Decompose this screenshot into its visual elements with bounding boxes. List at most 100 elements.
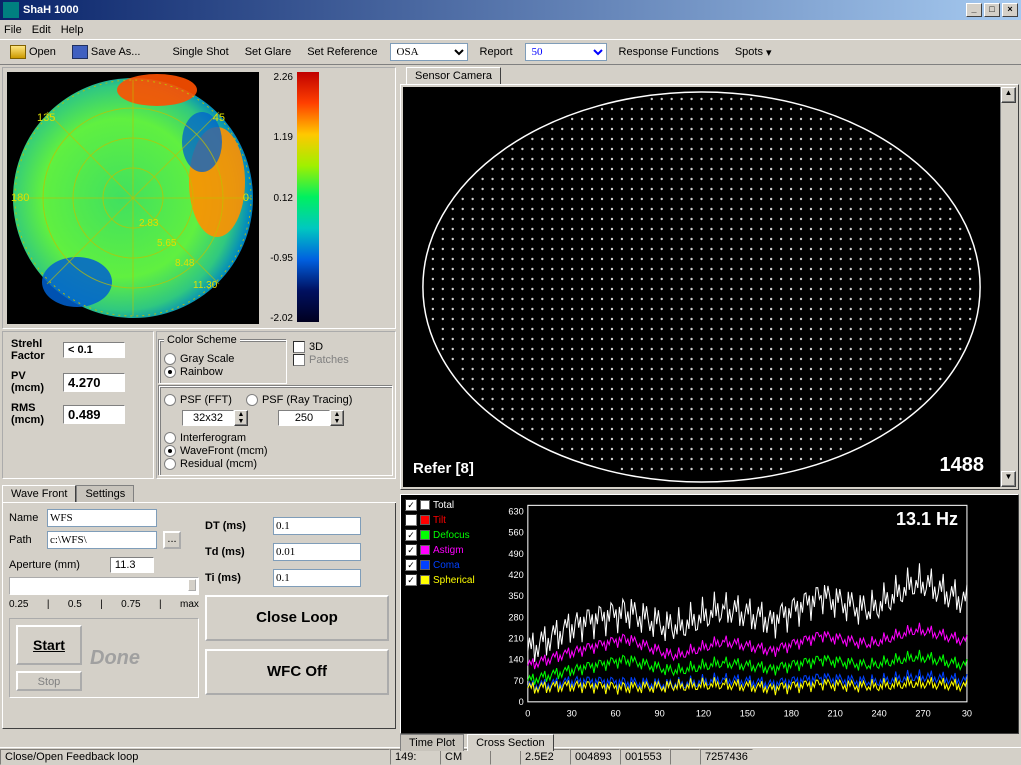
name-input[interactable]: [47, 509, 157, 527]
name-label: Name: [9, 512, 41, 524]
psf-fft-value[interactable]: 32x32: [182, 410, 234, 426]
radio-rainbow[interactable]: Rainbow: [164, 366, 282, 378]
path-label: Path: [9, 534, 41, 546]
tab-cross-section[interactable]: Cross Section: [467, 734, 553, 751]
svg-text:210: 210: [508, 633, 523, 643]
tab-time-plot[interactable]: Time Plot: [400, 734, 464, 751]
scroll-down[interactable]: ▼: [1001, 471, 1016, 487]
status-cell-4: 004893: [570, 749, 620, 765]
psf-fft-spinner[interactable]: ▲▼: [234, 410, 248, 426]
legend-tilt[interactable]: Tilt: [405, 514, 483, 526]
set-reference-button[interactable]: Set Reference: [303, 44, 381, 60]
response-functions-button[interactable]: Response Functions: [615, 44, 723, 60]
set-glare-button[interactable]: Set Glare: [241, 44, 295, 60]
close-button[interactable]: ×: [1002, 3, 1018, 17]
colorbar-l1: 1.19: [263, 132, 293, 143]
svg-text:180: 180: [784, 708, 799, 718]
svg-text:30: 30: [962, 708, 972, 718]
status-cell-3: 2.5E2: [520, 749, 570, 765]
psf-ray-value[interactable]: 250: [278, 410, 330, 426]
ring-1-label: 2.83: [139, 218, 158, 229]
angle-135-label: 135: [37, 112, 55, 124]
colorbar: [297, 72, 319, 322]
svg-text:490: 490: [508, 549, 523, 559]
legend-astigm[interactable]: Astigm: [405, 544, 483, 556]
reference-select[interactable]: OSA: [390, 43, 468, 61]
stop-button[interactable]: Stop: [16, 671, 82, 691]
start-button[interactable]: Start: [16, 625, 82, 665]
pv-value: 4.270: [63, 373, 125, 392]
legend-spherical[interactable]: Spherical: [405, 574, 483, 586]
plot-frequency: 13.1 Hz: [896, 509, 958, 530]
svg-text:60: 60: [611, 708, 621, 718]
chevron-down-icon: ▾: [766, 46, 772, 59]
colorbar-l3: -0.95: [263, 253, 293, 264]
svg-text:150: 150: [740, 708, 755, 718]
status-hint: Close/Open Feedback loop: [0, 749, 390, 765]
menu-file[interactable]: File: [4, 24, 22, 36]
time-plot: 6305604904203502802101407000306090120150…: [487, 495, 1018, 733]
svg-text:560: 560: [508, 528, 523, 538]
radio-residual[interactable]: Residual (mcm): [164, 458, 388, 470]
browse-button[interactable]: ...: [163, 531, 181, 549]
svg-text:0: 0: [525, 708, 530, 718]
single-shot-button[interactable]: Single Shot: [168, 44, 232, 60]
svg-text:210: 210: [828, 708, 843, 718]
scroll-up[interactable]: ▲: [1001, 87, 1016, 103]
check-patches: Patches: [293, 354, 349, 366]
status-cell-5: 001553: [620, 749, 670, 765]
close-loop-button[interactable]: Close Loop: [205, 595, 389, 641]
spots-button[interactable]: Spots ▾: [731, 44, 776, 61]
maximize-button[interactable]: □: [984, 3, 1000, 17]
svg-text:350: 350: [508, 591, 523, 601]
rms-value: 0.489: [63, 405, 125, 424]
angle-45-label: 45: [213, 112, 225, 124]
svg-text:120: 120: [696, 708, 711, 718]
legend-coma[interactable]: Coma: [405, 559, 483, 571]
aperture-value: 11.3: [110, 557, 154, 573]
strehl-value: < 0.1: [63, 342, 125, 358]
done-label: Done: [90, 647, 140, 670]
ring-4-label: 11.30: [193, 280, 217, 291]
save-icon: [72, 45, 88, 59]
radio-psf-ray[interactable]: PSF (Ray Tracing): [246, 394, 352, 406]
app-icon: [3, 2, 19, 18]
window-title: ShaH 1000: [23, 4, 79, 16]
svg-text:30: 30: [567, 708, 577, 718]
svg-text:0: 0: [519, 697, 524, 707]
radio-wavefront[interactable]: WaveFront (mcm): [164, 445, 388, 457]
report-value-select[interactable]: 50: [525, 43, 607, 61]
svg-text:70: 70: [514, 676, 524, 686]
menu-edit[interactable]: Edit: [32, 24, 51, 36]
aperture-slider[interactable]: [9, 577, 199, 595]
tab-settings[interactable]: Settings: [76, 485, 134, 502]
color-scheme-title: Color Scheme: [164, 334, 240, 346]
status-cell-6: [670, 749, 700, 765]
tab-wavefront[interactable]: Wave Front: [2, 485, 76, 502]
open-button[interactable]: Open: [6, 43, 60, 61]
dt-input[interactable]: [273, 517, 361, 535]
rms-label: RMS (mcm): [11, 402, 55, 426]
ring-3-label: 8.48: [175, 258, 194, 269]
tab-sensor-camera[interactable]: Sensor Camera: [406, 67, 501, 84]
status-cell-0: 149:: [390, 749, 440, 765]
report-button[interactable]: Report: [476, 44, 517, 60]
status-cell-1: CM: [440, 749, 490, 765]
ti-input[interactable]: [273, 569, 361, 587]
check-3d[interactable]: 3D: [293, 341, 349, 353]
radio-grayscale[interactable]: Gray Scale: [164, 353, 282, 365]
ring-2-label: 5.65: [157, 238, 176, 249]
saveas-button[interactable]: Save As...: [68, 43, 145, 61]
legend-total[interactable]: Total: [405, 499, 483, 511]
psf-ray-spinner[interactable]: ▲▼: [330, 410, 344, 426]
radio-interferogram[interactable]: Interferogram: [164, 432, 388, 444]
legend-defocus[interactable]: Defocus: [405, 529, 483, 541]
minimize-button[interactable]: _: [966, 3, 982, 17]
wfc-off-button[interactable]: WFC Off: [205, 649, 389, 695]
path-input[interactable]: [47, 531, 157, 549]
radio-psf-fft[interactable]: PSF (FFT): [164, 394, 232, 406]
td-input[interactable]: [273, 543, 361, 561]
aperture-label: Aperture (mm): [9, 559, 80, 571]
menu-help[interactable]: Help: [61, 24, 84, 36]
svg-text:280: 280: [508, 612, 523, 622]
